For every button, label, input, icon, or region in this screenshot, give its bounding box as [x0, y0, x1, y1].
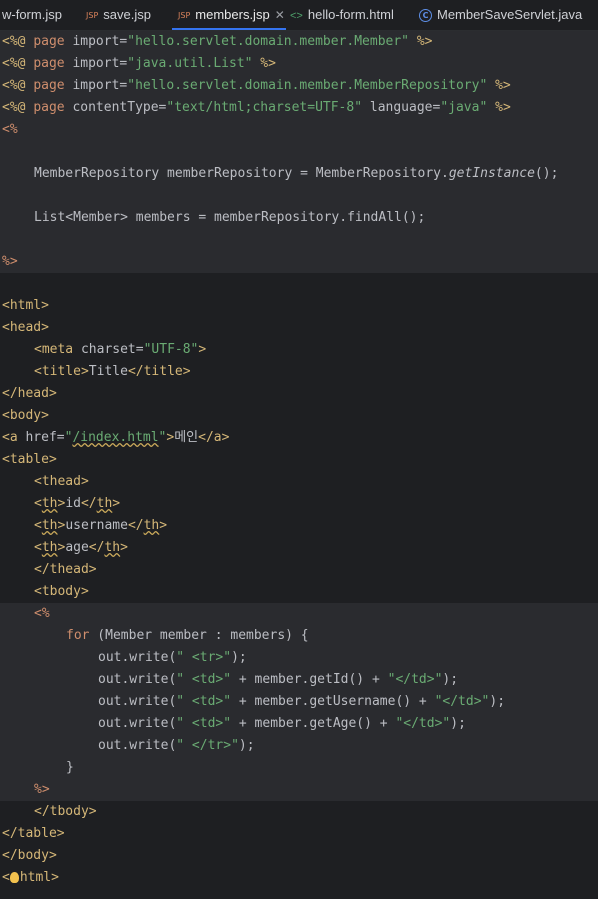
code-line: <th>username</th> — [34, 518, 168, 533]
code-line: <th>id</th> — [34, 496, 121, 511]
code-line: <a href="/index.html">메인</a> — [2, 430, 230, 445]
code-line: <%@ page import="java.util.List" %> — [0, 53, 598, 75]
code-line: <html> — [2, 298, 49, 313]
tab-hello-form-html[interactable]: <> hello-form.html — [290, 0, 394, 30]
tab-members-jsp[interactable]: JSP members.jsp ✕ — [178, 0, 285, 30]
code-line: </table> — [2, 826, 65, 841]
code-line: out.write(" <tr>"); — [0, 647, 598, 669]
code-line: <thead> — [34, 474, 89, 489]
code-line: <title>Title</title> — [34, 364, 191, 379]
tab-label: members.jsp — [195, 7, 270, 22]
code-line: List<Member> members = memberRepository.… — [0, 207, 598, 229]
code-line: <%@ page import="hello.servlet.domain.me… — [0, 75, 598, 97]
tab-save-jsp[interactable]: JSP save.jsp — [86, 0, 151, 30]
code-line: %> — [0, 779, 598, 801]
jsp-icon: JSP — [86, 10, 99, 20]
class-icon: C — [419, 9, 432, 23]
code-line: for (Member member : members) { — [0, 625, 598, 647]
code-line: <head> — [2, 320, 49, 335]
code-line: </tbody> — [34, 804, 97, 819]
code-line — [0, 229, 598, 251]
active-tab-indicator — [172, 28, 286, 30]
code-line: <tbody> — [34, 584, 89, 599]
code-line: <html> — [2, 870, 59, 885]
code-line: out.write(" <td>" + member.getUsername()… — [0, 691, 598, 713]
jsp-icon: JSP — [178, 10, 191, 20]
code-line: <meta charset="UTF-8"> — [34, 342, 207, 357]
close-icon[interactable]: ✕ — [275, 8, 285, 22]
code-line: %> — [0, 251, 598, 273]
tab-label: w-form.jsp — [2, 7, 62, 22]
code-line: <body> — [2, 408, 49, 423]
tab-label: save.jsp — [103, 7, 151, 22]
code-line: <%@ page import="hello.servlet.domain.me… — [0, 31, 598, 53]
tab-member-save-servlet-java[interactable]: C MemberSaveServlet.java — [419, 0, 582, 30]
code-line: </head> — [2, 386, 57, 401]
code-line: <th>age</th> — [34, 540, 128, 555]
html-icon: <> — [290, 9, 303, 22]
code-line: <% — [0, 603, 598, 625]
code-line — [0, 185, 598, 207]
code-line: <table> — [2, 452, 57, 467]
code-line: <% — [0, 119, 598, 141]
code-line: out.write(" <td>" + member.getAge() + "<… — [0, 713, 598, 735]
code-line: out.write(" </tr>"); — [0, 735, 598, 757]
code-line — [0, 141, 598, 163]
tab-w-form-jsp[interactable]: w-form.jsp — [2, 0, 62, 30]
link-path: /index.html — [72, 430, 159, 445]
code-line: } — [0, 757, 598, 779]
code-line: <%@ page contentType="text/html;charset=… — [0, 97, 598, 119]
code-line: MemberRepository memberRepository = Memb… — [0, 163, 598, 185]
code-line: </thead> — [34, 562, 97, 577]
tab-label: hello-form.html — [307, 7, 394, 22]
code-editor[interactable]: <%@ page import="hello.servlet.domain.me… — [0, 31, 598, 889]
code-line: </body> — [2, 848, 57, 863]
code-line: out.write(" <td>" + member.getId() + "</… — [0, 669, 598, 691]
editor-tab-bar: w-form.jsp JSP save.jsp JSP members.jsp ✕ <… — [0, 0, 598, 31]
lightbulb-icon[interactable] — [9, 872, 19, 883]
tab-label: MemberSaveServlet.java — [437, 7, 583, 22]
